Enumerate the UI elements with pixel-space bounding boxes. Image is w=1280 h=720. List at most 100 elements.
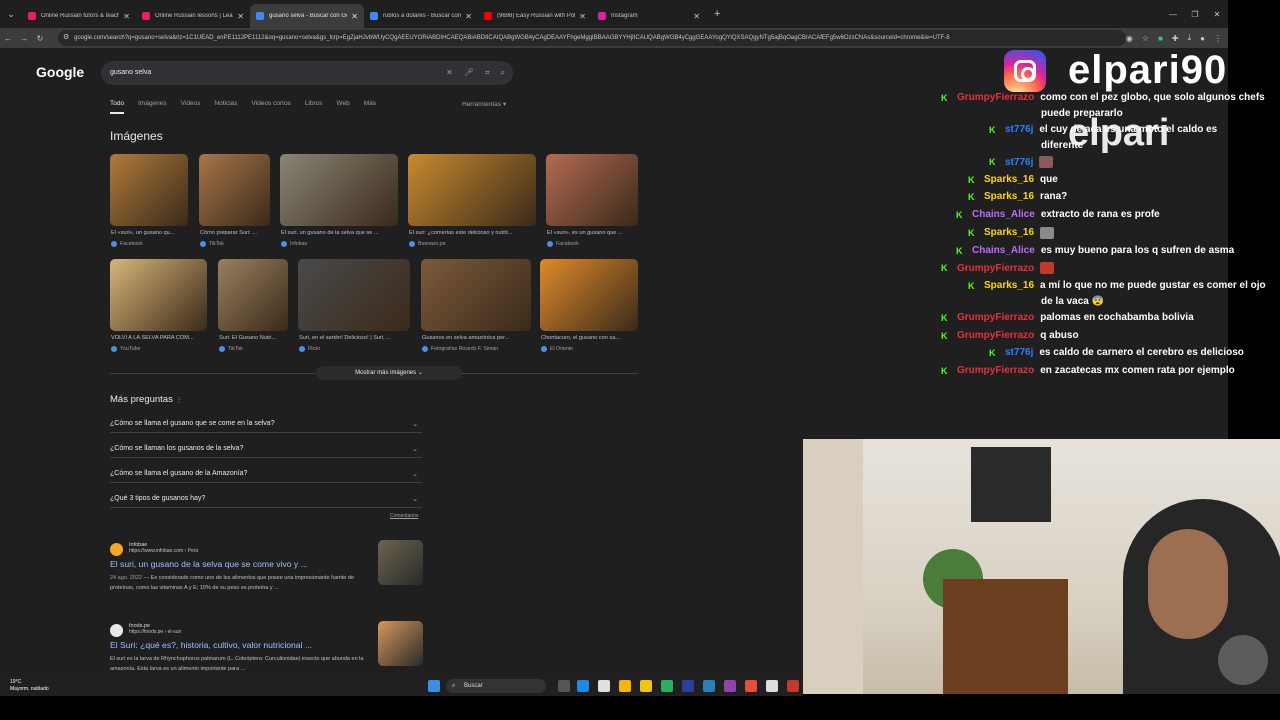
tab-close-icon[interactable]: ✕ — [693, 12, 700, 21]
close-icon[interactable]: ✕ — [1206, 0, 1228, 28]
chevron-down-icon[interactable]: ⌄ — [412, 445, 418, 453]
browser-tab[interactable]: gusano selva - Buscar con Goo ✕ — [250, 4, 364, 28]
chat-username[interactable]: st776j — [1005, 124, 1033, 135]
browser-tab[interactable]: Online Russian tutors & teache ✕ — [22, 4, 136, 28]
chat-username[interactable]: Sparks_16 — [984, 280, 1034, 291]
image-thumbnail[interactable] — [199, 154, 270, 226]
image-source[interactable]: Flickr — [299, 346, 320, 352]
edge-icon[interactable] — [577, 680, 589, 692]
image-thumbnail[interactable] — [408, 154, 536, 226]
address-bar[interactable]: ⚙ google.com/search?q=gusano+selva&rlz=1… — [58, 30, 1126, 46]
question-item[interactable]: ¿Cómo se llama el gusano que se come en … — [110, 420, 422, 428]
question-item[interactable]: ¿Cómo se llama el gusano de la Amazonía?… — [110, 470, 422, 478]
image-source[interactable]: TikTok — [200, 241, 224, 247]
chevron-down-icon[interactable]: ⌄ — [412, 470, 418, 478]
tools-button[interactable]: Herramientas ▾ — [462, 100, 506, 108]
back-icon[interactable]: ← — [0, 34, 16, 43]
result-title-link[interactable]: El Suri: ¿qué es?, historia, cultivo, va… — [110, 640, 370, 650]
image-source[interactable]: Facebook — [111, 241, 143, 247]
image-caption[interactable]: Chontacuro, el gusano con sa... — [541, 335, 639, 341]
menu-icon[interactable]: ⋮ — [1214, 34, 1222, 43]
taskbar-search[interactable]: ⌕ Buscar — [446, 679, 546, 693]
forward-icon[interactable]: → — [16, 34, 32, 43]
app-icon-l[interactable] — [682, 680, 694, 692]
image-thumbnail[interactable] — [110, 154, 188, 226]
image-caption[interactable]: El «suri», es un gusano que ... — [547, 230, 639, 236]
extension-icon[interactable]: ■ — [1158, 34, 1163, 43]
downloads-icon[interactable]: ⤓ — [1188, 33, 1192, 43]
image-caption[interactable]: El suri: ¿comerías este delicioso y nutr… — [409, 230, 537, 236]
image-source[interactable]: Fotografías Ricardo F. Simán — [422, 346, 498, 352]
tab-close-icon[interactable]: ✕ — [237, 12, 244, 21]
browser-tab[interactable]: (9698) Easy Russian with Polina ✕ — [478, 4, 592, 28]
chat-username[interactable]: Sparks_16 — [984, 191, 1034, 202]
task-view-icon[interactable] — [558, 680, 570, 692]
image-source[interactable]: El Oriente — [541, 346, 573, 352]
tab-close-icon[interactable]: ✕ — [123, 12, 130, 21]
tiktok-icon[interactable] — [745, 680, 757, 692]
mail-icon[interactable] — [703, 680, 715, 692]
image-source[interactable]: Buenazo.pe — [409, 241, 446, 247]
profile-icon[interactable]: ● — [1200, 34, 1205, 43]
chat-username[interactable]: Chains_Alice — [972, 245, 1035, 256]
filter-tab[interactable]: Videos — [181, 100, 201, 114]
chat-username[interactable]: Chains_Alice — [972, 209, 1035, 220]
image-thumbnail[interactable] — [298, 259, 410, 331]
location-icon[interactable]: ◉ — [1126, 34, 1133, 43]
image-caption[interactable]: El «suri», un gusano qu... — [111, 230, 189, 236]
extensions-puzzle-icon[interactable]: ✚ — [1172, 34, 1179, 43]
image-thumbnail[interactable] — [546, 154, 638, 226]
obs-icon[interactable] — [787, 680, 799, 692]
browser-tab[interactable]: Online Russian lessons | Learn ✕ — [136, 4, 250, 28]
app-icon-purple[interactable] — [724, 680, 736, 692]
filter-tab[interactable]: Web — [337, 100, 350, 114]
show-more-images-button[interactable]: Mostrar más imágenes ⌄ — [316, 366, 462, 380]
chat-username[interactable]: st776j — [1005, 157, 1033, 168]
filter-tab[interactable]: Libros — [305, 100, 323, 114]
image-caption[interactable]: Gusanos en selva amazónica per... — [422, 335, 532, 341]
chrome-icon[interactable] — [766, 680, 778, 692]
result-thumbnail[interactable] — [378, 621, 423, 666]
filter-tab[interactable]: Todo — [110, 100, 125, 114]
windows-start-icon[interactable] — [428, 680, 440, 692]
chat-username[interactable]: GrumpyFierrazo — [957, 263, 1034, 274]
image-source[interactable]: Facebook — [547, 241, 579, 247]
weather-widget[interactable]: 19°C Mayorm. nublado — [10, 679, 49, 693]
search-input[interactable]: gusano selva ✕ 🎤︎ ⌗ ⌕ — [101, 61, 513, 85]
clear-icon[interactable]: ✕ — [446, 61, 453, 85]
app-icon-green[interactable] — [661, 680, 673, 692]
image-caption[interactable]: Cómo preparar Suri: ... — [200, 230, 271, 236]
image-thumbnail[interactable] — [218, 259, 288, 331]
notes-app-icon[interactable] — [640, 680, 652, 692]
image-source[interactable]: TikTok — [219, 346, 243, 352]
question-item[interactable]: ¿Cómo se llaman los gusanos de la selva?… — [110, 445, 422, 453]
chat-username[interactable]: Sparks_16 — [984, 174, 1034, 185]
filter-tab[interactable]: Imágenes — [138, 100, 167, 114]
result-url[interactable]: https://foods.pe › el-suri — [129, 629, 370, 635]
chat-username[interactable]: Sparks_16 — [984, 227, 1034, 238]
filter-tab[interactable]: Noticias — [214, 100, 237, 114]
microphone-icon[interactable]: 🎤︎ — [464, 61, 474, 85]
more-options-icon[interactable]: ⋮ — [175, 397, 182, 404]
result-title-link[interactable]: El suri, un gusano de la selva que se co… — [110, 559, 370, 569]
filter-tab[interactable]: Videos cortos — [252, 100, 291, 114]
image-source[interactable]: Infobae — [281, 241, 307, 247]
chevron-down-icon[interactable]: ⌄ — [412, 420, 418, 428]
chat-username[interactable]: GrumpyFierrazo — [957, 312, 1034, 323]
question-item[interactable]: ¿Qué 3 tipos de gusanos hay? ⌄ — [110, 495, 422, 503]
image-source[interactable]: YouTube — [111, 346, 140, 352]
chat-username[interactable]: GrumpyFierrazo — [957, 365, 1034, 376]
image-thumbnail[interactable] — [421, 259, 531, 331]
store-icon[interactable] — [598, 680, 610, 692]
tab-close-icon[interactable]: ✕ — [351, 12, 358, 21]
filter-tab[interactable]: Más — [364, 100, 376, 114]
file-explorer-icon[interactable] — [619, 680, 631, 692]
result-url[interactable]: https://www.infobae.com › Perú — [129, 548, 370, 554]
image-thumbnail[interactable] — [540, 259, 638, 331]
tab-close-icon[interactable]: ✕ — [579, 12, 586, 21]
tab-close-icon[interactable]: ✕ — [465, 12, 472, 21]
image-thumbnail[interactable] — [110, 259, 207, 331]
image-caption[interactable]: VOLVÍ A LA SELVA PARA COM... — [111, 335, 208, 341]
camera-lens-icon[interactable]: ⌗ — [485, 61, 490, 85]
bookmark-star-icon[interactable]: ☆ — [1142, 34, 1149, 43]
